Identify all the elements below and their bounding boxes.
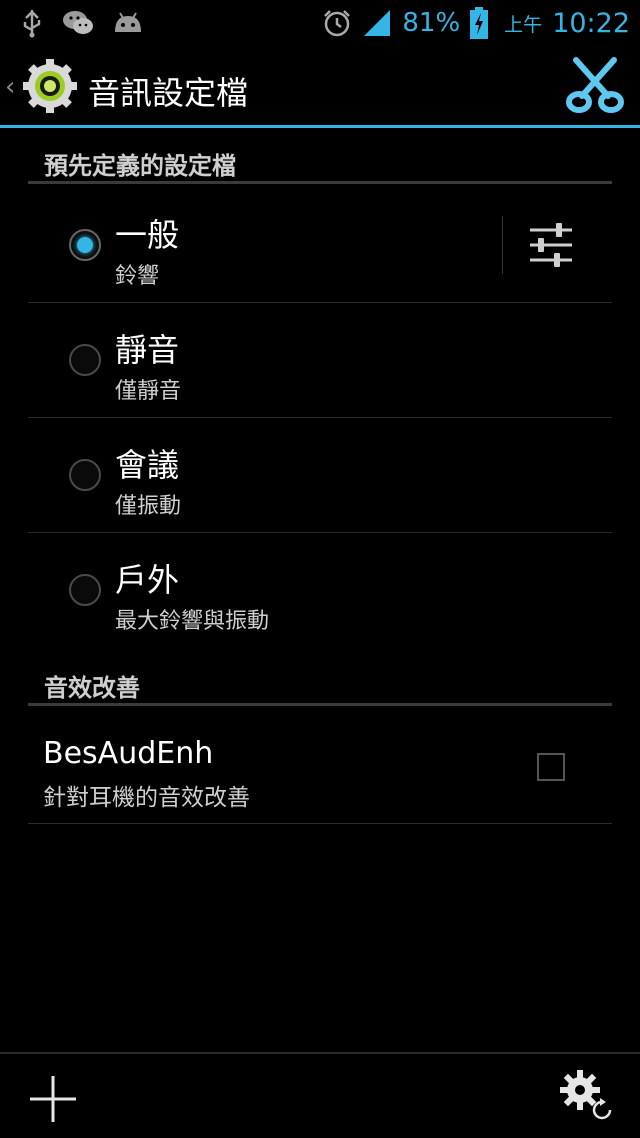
- bottom-bar-divider: [0, 1052, 640, 1054]
- back-chevron-icon[interactable]: ‹: [5, 72, 15, 102]
- bottom-action-bar: [0, 1052, 640, 1138]
- item-separator: [502, 216, 503, 274]
- audio-profile-gear-icon[interactable]: [22, 58, 78, 114]
- profile-item-meeting[interactable]: 會議 僅振動: [28, 418, 612, 533]
- notification-icons: [20, 8, 144, 38]
- section-header-enhancement: 音效改善: [28, 656, 612, 706]
- item-divider: [28, 823, 612, 824]
- section-header-predefined: 預先定義的設定檔: [28, 134, 612, 184]
- settings-reset-icon[interactable]: [556, 1066, 620, 1126]
- pref-title: BesAudEnh: [43, 736, 214, 771]
- profile-radio[interactable]: [69, 459, 101, 491]
- system-status: 81% 上午 10:22: [322, 4, 630, 42]
- clock: 10:22: [552, 7, 630, 39]
- scissors-icon[interactable]: [564, 54, 626, 116]
- section-title: 預先定義的設定檔: [44, 152, 236, 180]
- profile-summary: 鈴響: [115, 264, 160, 289]
- wechat-icon: [63, 11, 93, 34]
- action-bar-underline: [0, 125, 640, 128]
- alarm-icon: [324, 10, 351, 37]
- action-bar: ‹ 音訊設定檔: [0, 46, 640, 128]
- pref-summary: 針對耳機的音效改善: [43, 785, 250, 811]
- profile-title: 會議: [115, 446, 180, 484]
- status-bar: 81% 上午 10:22: [0, 0, 640, 46]
- profile-title: 一般: [115, 216, 180, 254]
- pref-checkbox[interactable]: [537, 753, 565, 781]
- profile-title: 戶外: [115, 561, 180, 599]
- profile-radio[interactable]: [69, 344, 101, 376]
- profile-title: 靜音: [115, 331, 180, 369]
- profile-summary: 僅靜音: [115, 379, 182, 404]
- profile-radio[interactable]: [69, 574, 101, 606]
- pref-besaudenh[interactable]: BesAudEnh 針對耳機的音效改善: [28, 708, 612, 824]
- section-divider: [28, 703, 612, 706]
- profile-item-general[interactable]: 一般 鈴響: [28, 188, 612, 303]
- section-divider: [28, 181, 612, 184]
- plus-icon[interactable]: [26, 1072, 80, 1126]
- signal-icon: [364, 10, 391, 36]
- section-title: 音效改善: [44, 674, 140, 702]
- battery-charging-icon: [470, 7, 489, 39]
- battery-percent: 81%: [402, 8, 461, 38]
- profile-summary: 最大鈴響與振動: [115, 609, 270, 634]
- profile-item-silent[interactable]: 靜音 僅靜音: [28, 303, 612, 418]
- time-ampm: 上午: [504, 13, 543, 36]
- sliders-icon[interactable]: [526, 220, 576, 270]
- android-icon: [115, 12, 141, 32]
- profile-summary: 僅振動: [115, 494, 182, 519]
- usb-icon: [23, 10, 41, 38]
- profile-radio[interactable]: [69, 229, 101, 261]
- profile-item-outdoor[interactable]: 戶外 最大鈴響與振動: [28, 533, 612, 648]
- page-title: 音訊設定檔: [88, 74, 249, 112]
